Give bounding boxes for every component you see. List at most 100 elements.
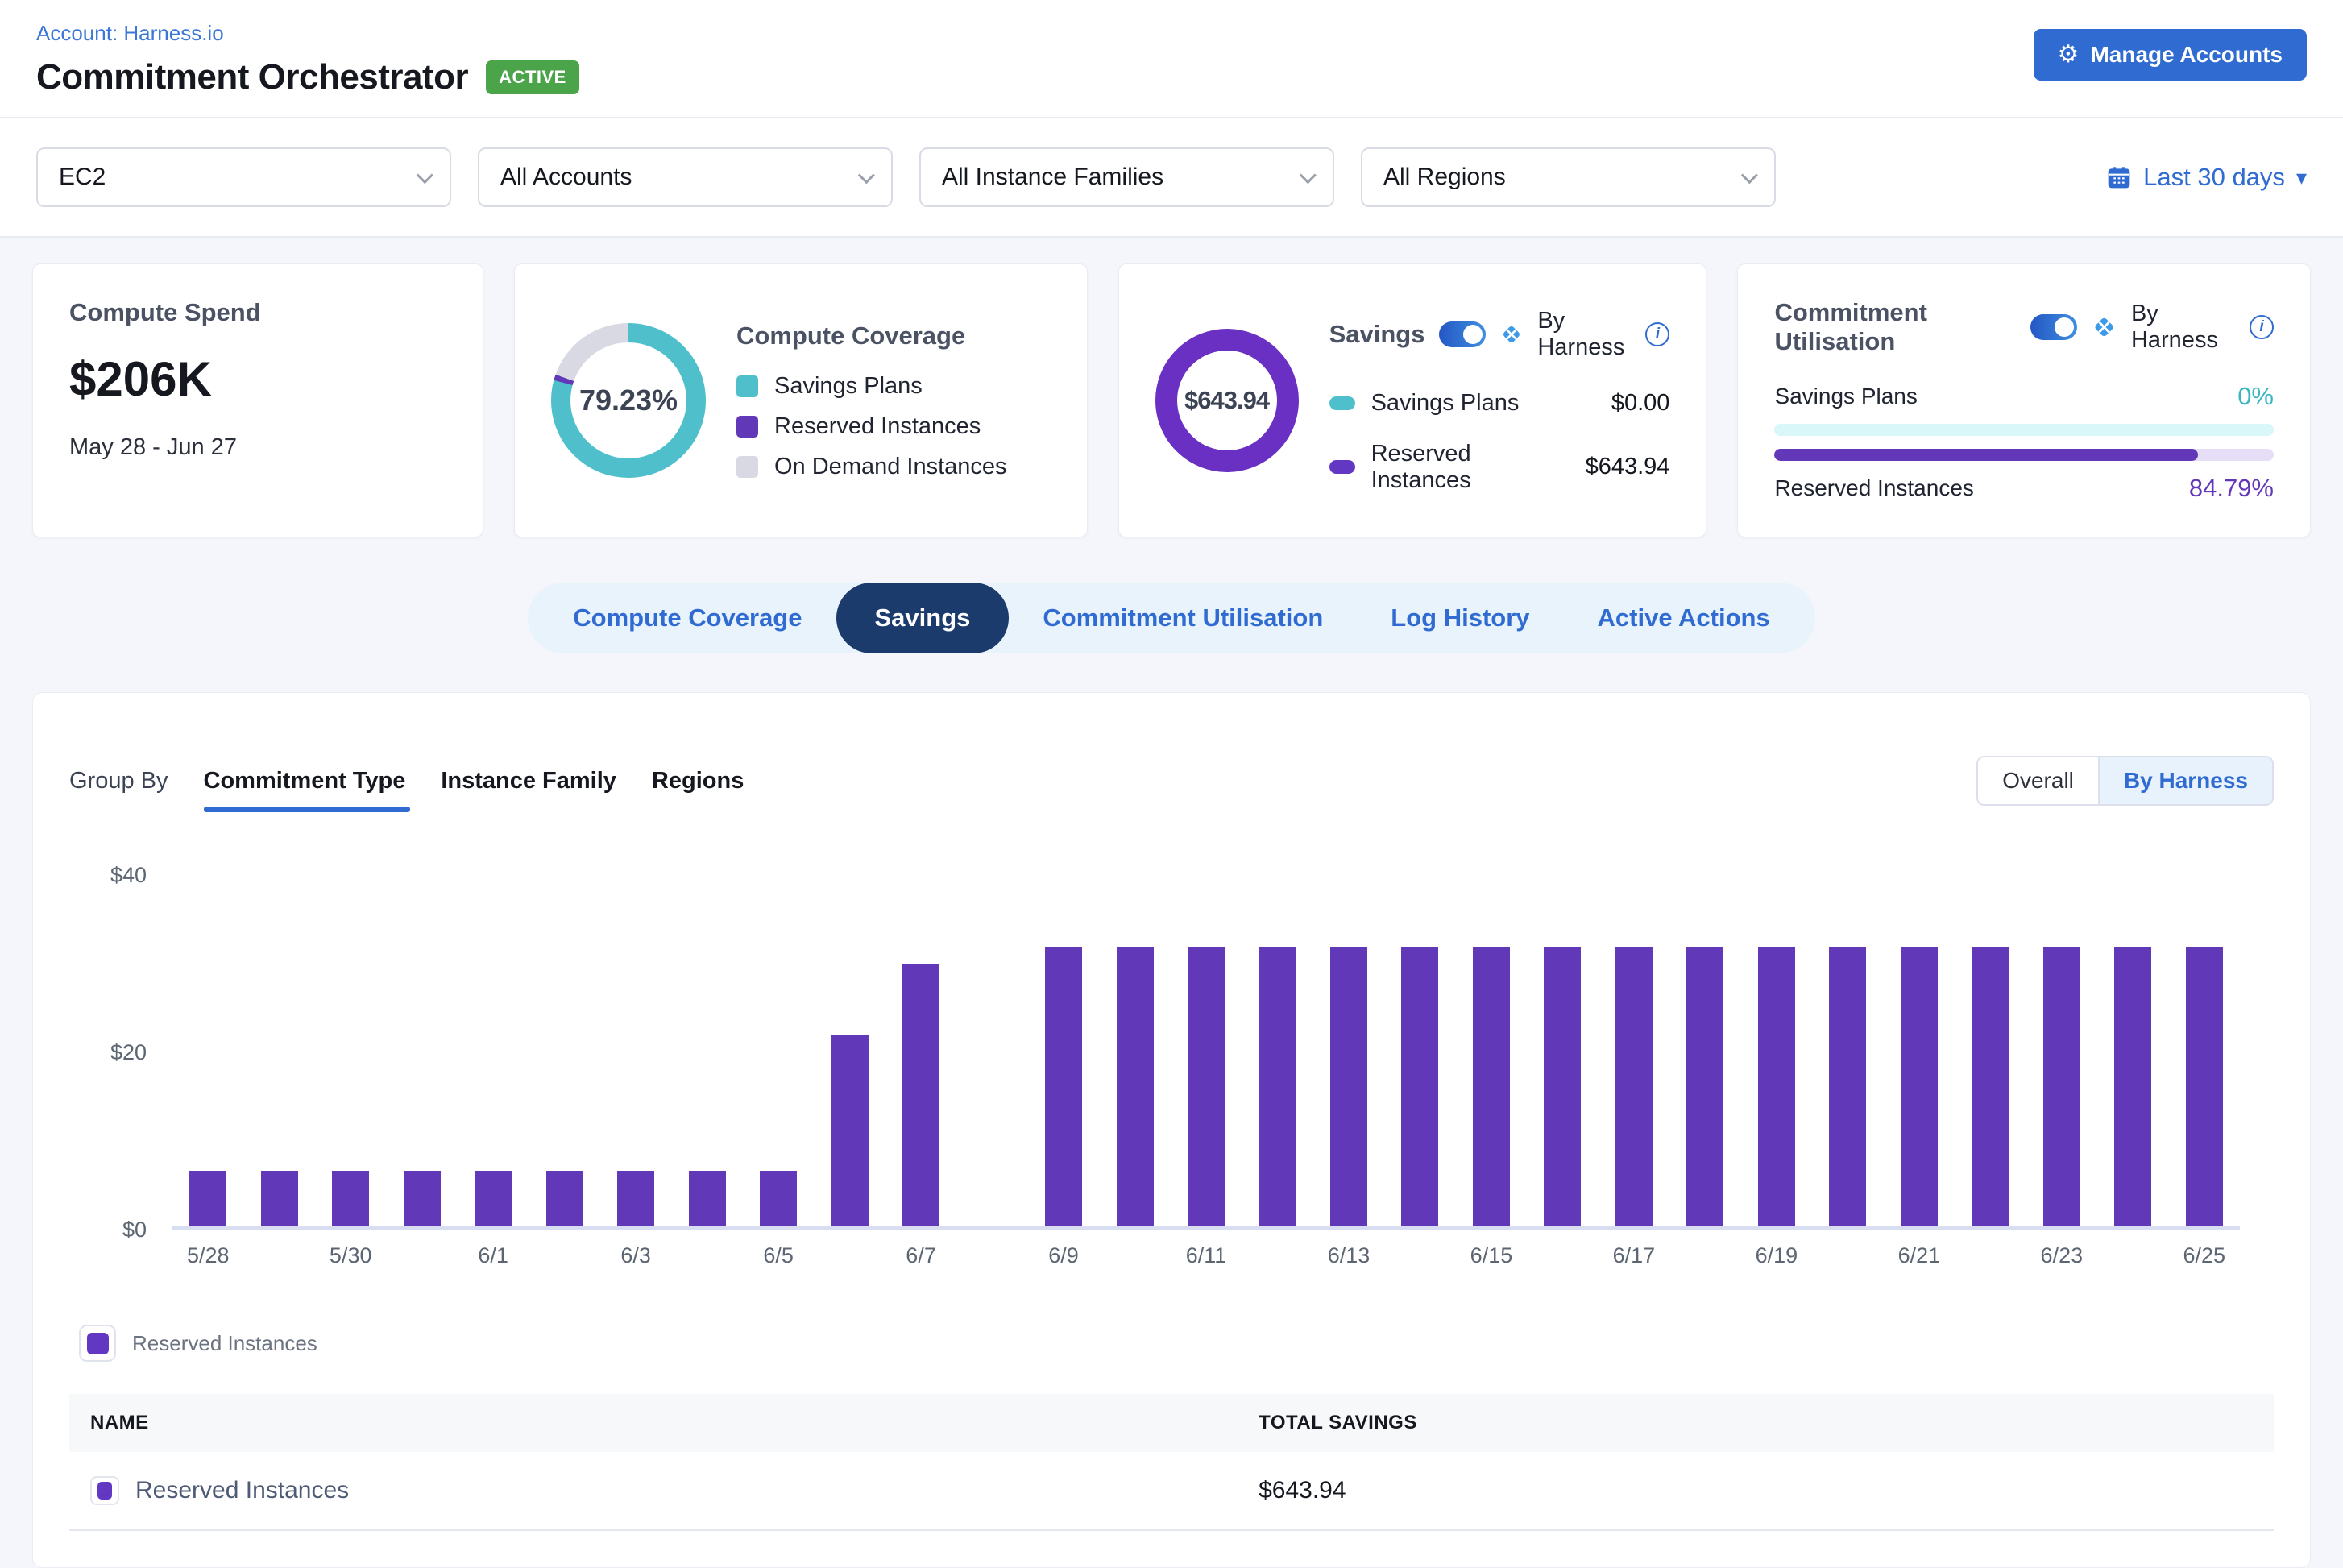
savings-row-label: Savings Plans	[1371, 390, 1520, 417]
table-row[interactable]: Reserved Instances $643.94	[69, 1452, 2274, 1530]
x-axis-label: 6/25	[2183, 1243, 2226, 1268]
bar-slot	[1812, 859, 1883, 1226]
utilisation-progress-bar	[1774, 449, 2274, 461]
legend-swatch	[736, 456, 758, 478]
chart-bar[interactable]	[1473, 947, 1510, 1226]
chart-bar[interactable]	[1259, 947, 1296, 1226]
info-icon[interactable]: i	[2250, 315, 2274, 339]
account-link[interactable]: Account: Harness.io	[36, 21, 224, 46]
compute-coverage-title: Compute Coverage	[736, 321, 1051, 351]
header: Account: Harness.io Commitment Orchestra…	[0, 0, 2343, 118]
coverage-legend-label: Savings Plans	[774, 373, 923, 400]
chevron-down-icon	[417, 167, 433, 184]
tab-active-actions[interactable]: Active Actions	[1564, 583, 1804, 653]
chart-bar[interactable]	[2043, 947, 2080, 1226]
tab-savings[interactable]: Savings	[836, 583, 1010, 653]
chart-bar[interactable]	[2114, 947, 2151, 1226]
chart-bar[interactable]	[1972, 947, 2009, 1226]
chart-bar[interactable]	[332, 1171, 369, 1226]
legend-checkbox[interactable]	[79, 1325, 116, 1362]
x-axis-label: 5/28	[187, 1243, 230, 1268]
group-by-commitment-type[interactable]: Commitment Type	[204, 768, 406, 794]
chart-bar[interactable]	[261, 1171, 298, 1226]
bar-slot: 5/28	[172, 859, 243, 1226]
chart-bar[interactable]	[1615, 947, 1653, 1226]
bar-slot	[529, 859, 599, 1226]
service-select[interactable]: EC2	[36, 147, 451, 207]
tab-commitment-utilisation[interactable]: Commitment Utilisation	[1009, 583, 1357, 653]
x-axis-label: 6/15	[1470, 1243, 1513, 1268]
bar-slot	[814, 859, 885, 1226]
utilisation-row: Reserved Instances84.79%	[1774, 474, 2274, 503]
view-toggle-by-harness[interactable]: By Harness	[2098, 757, 2272, 804]
tab-log-history[interactable]: Log History	[1357, 583, 1563, 653]
bar-slot: 6/25	[2169, 859, 2240, 1226]
x-axis-label: 6/5	[763, 1243, 794, 1268]
savings-row-value: $643.94	[1586, 454, 1670, 480]
chart-bar[interactable]	[760, 1171, 797, 1226]
tabs: Compute CoverageSavingsCommitment Utilis…	[528, 583, 1814, 653]
chart-bar[interactable]	[902, 964, 939, 1226]
commitment-utilisation-title: Commitment Utilisation	[1774, 298, 2016, 356]
x-axis-label: 6/19	[1756, 1243, 1798, 1268]
chart-bar[interactable]	[189, 1171, 226, 1226]
bar-slot	[1242, 859, 1312, 1226]
tab-compute-coverage[interactable]: Compute Coverage	[539, 583, 836, 653]
chart-bar[interactable]	[475, 1171, 512, 1226]
savings-table: NAME TOTAL SAVINGS Reserved Instances $64…	[69, 1394, 2274, 1531]
utilisation-by-harness-toggle[interactable]	[2030, 314, 2077, 340]
info-icon[interactable]: i	[1645, 322, 1669, 346]
chart-bar[interactable]	[831, 1035, 869, 1226]
column-header-total-savings: TOTAL SAVINGS	[1238, 1394, 2274, 1452]
savings-by-harness-toggle[interactable]	[1439, 321, 1486, 347]
x-axis-label: 6/3	[620, 1243, 651, 1268]
chart-bar[interactable]	[617, 1171, 654, 1226]
chart-bar[interactable]	[1686, 947, 1723, 1226]
x-axis-label: 6/1	[478, 1243, 508, 1268]
chart-bar[interactable]	[404, 1171, 441, 1226]
view-toggle-overall[interactable]: Overall	[1978, 757, 2098, 804]
chart-bar[interactable]	[1758, 947, 1795, 1226]
regions-select[interactable]: All Regions	[1361, 147, 1776, 207]
instance-families-select[interactable]: All Instance Families	[919, 147, 1334, 207]
y-axis-tick: $0	[69, 1217, 147, 1242]
column-header-name: NAME	[69, 1394, 1238, 1452]
bar-slot: 6/17	[1599, 859, 1669, 1226]
chevron-down-icon	[858, 167, 875, 184]
chart-bar[interactable]	[1829, 947, 1866, 1226]
chart-bar[interactable]	[546, 1171, 583, 1226]
legend-swatch	[736, 375, 758, 397]
date-range-picker[interactable]: Last 30 days ▾	[2106, 163, 2307, 192]
table-cell-total-savings: $643.94	[1238, 1452, 2274, 1530]
chart-bar[interactable]	[1045, 947, 1082, 1226]
legend-swatch	[736, 416, 758, 438]
group-by-regions[interactable]: Regions	[652, 768, 744, 794]
x-axis-label: 6/23	[2041, 1243, 2084, 1268]
manage-accounts-button[interactable]: ⚙ Manage Accounts	[2034, 29, 2307, 81]
y-axis-tick: $20	[69, 1040, 147, 1065]
chart-bar[interactable]	[1544, 947, 1581, 1226]
row-swatch	[97, 1482, 112, 1500]
bar-slot: 6/9	[1028, 859, 1099, 1226]
savings-donut: $643.94	[1155, 329, 1299, 472]
chart-bar[interactable]	[1901, 947, 1938, 1226]
bar-slot	[1099, 859, 1170, 1226]
chart-bar[interactable]	[2186, 947, 2223, 1226]
chart-bar[interactable]	[1401, 947, 1438, 1226]
compute-spend-title: Compute Spend	[69, 298, 446, 327]
bar-slot: 5/30	[315, 859, 386, 1226]
chart-bar[interactable]	[1117, 947, 1154, 1226]
savings-card: $643.94 Savings By Harness i Savings Pla…	[1118, 263, 1707, 537]
accounts-select[interactable]: All Accounts	[478, 147, 893, 207]
compute-spend-value: $206K	[69, 351, 446, 407]
group-by-instance-family[interactable]: Instance Family	[441, 768, 616, 794]
status-badge: ACTIVE	[486, 60, 579, 94]
compute-coverage-percentage: 79.23%	[551, 323, 706, 478]
table-cell-name: Reserved Instances	[69, 1452, 1238, 1530]
x-axis-label: 6/21	[1898, 1243, 1941, 1268]
chart-bar[interactable]	[1188, 947, 1225, 1226]
group-by-row: Group By Commitment TypeInstance FamilyR…	[69, 756, 2274, 806]
chart-bar[interactable]	[689, 1171, 726, 1226]
row-name: Reserved Instances	[90, 1476, 1217, 1505]
chart-bar[interactable]	[1330, 947, 1367, 1226]
